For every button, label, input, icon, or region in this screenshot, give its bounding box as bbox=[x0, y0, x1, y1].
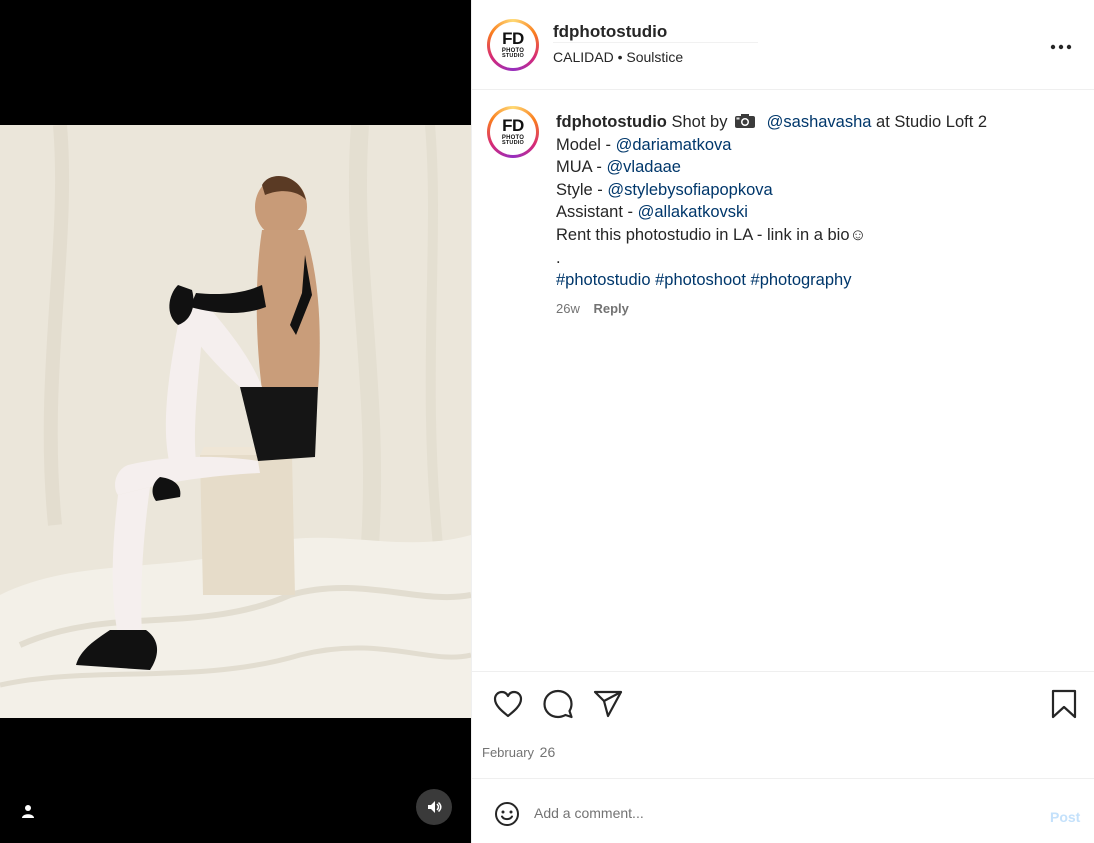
photo-illustration bbox=[0, 125, 471, 718]
emoji-icon bbox=[495, 802, 519, 826]
assistant-label: Assistant - bbox=[556, 203, 634, 222]
bookmark-icon bbox=[1051, 689, 1077, 719]
caption-line-assistant: Assistant - @allakatkovski bbox=[556, 201, 1076, 224]
header-username-link[interactable]: fdphotostudio bbox=[553, 22, 667, 42]
model-label: Model - bbox=[556, 135, 612, 154]
caption-location: at Studio Loft 2 bbox=[876, 113, 988, 131]
mua-label: MUA - bbox=[556, 158, 602, 177]
caption-username-link[interactable]: fdphotostudio bbox=[556, 113, 667, 131]
caption-line-style: Style - @stylebysofiapopkova bbox=[556, 179, 1076, 202]
caption-line-hashtags: #photostudio #photoshoot #photography bbox=[556, 269, 1076, 292]
reply-button[interactable]: Reply bbox=[593, 301, 628, 316]
more-icon bbox=[1050, 44, 1072, 50]
comment-icon bbox=[543, 689, 573, 719]
caption-avatar-logo-text: FD bbox=[502, 116, 524, 136]
mua-link[interactable]: @vladaae bbox=[606, 158, 681, 176]
caption-line-dot: . bbox=[556, 248, 561, 267]
caption-line-model: Model - @dariamatkova bbox=[556, 134, 1076, 157]
user-tag-button[interactable] bbox=[14, 797, 42, 825]
style-label: Style - bbox=[556, 180, 603, 199]
caption-line-rent: Rent this photostudio in LA - link in a … bbox=[556, 225, 867, 244]
save-button[interactable] bbox=[1048, 688, 1080, 720]
heart-icon bbox=[493, 690, 523, 718]
share-button[interactable] bbox=[592, 688, 624, 720]
audio-track-link[interactable]: CALIDAD • Soulstice bbox=[553, 49, 683, 65]
comment-bar: Post bbox=[472, 778, 1094, 843]
post-comment-button[interactable]: Post bbox=[1050, 809, 1080, 825]
caption-section: FD PHOTO STUDIO fdphotostudio Shot by @s… bbox=[472, 91, 1094, 671]
camera-icon bbox=[735, 114, 756, 128]
post-date-month: February bbox=[482, 745, 535, 760]
caption-avatar[interactable]: FD PHOTO STUDIO bbox=[487, 106, 539, 158]
avatar-logo-line2: STUDIO bbox=[502, 53, 524, 60]
hashtag-link[interactable]: #photostudio bbox=[556, 271, 651, 289]
post-media[interactable] bbox=[0, 0, 471, 843]
post-photo[interactable] bbox=[0, 125, 471, 718]
post-header: FD PHOTO STUDIO fdphotostudio CALIDAD • … bbox=[472, 0, 1094, 90]
like-button[interactable] bbox=[492, 688, 524, 720]
audio-icon bbox=[428, 801, 442, 813]
avatar-logo: FD PHOTO STUDIO bbox=[490, 22, 536, 68]
photographer-link[interactable]: @sashavasha bbox=[767, 113, 872, 131]
share-icon bbox=[593, 690, 623, 718]
avatar-logo-text: FD bbox=[502, 29, 524, 49]
hashtag-link[interactable]: #photography bbox=[751, 271, 852, 289]
caption-line-mua: MUA - @vladaae bbox=[556, 156, 1076, 179]
caption-avatar-logo-line2: STUDIO bbox=[502, 140, 524, 147]
action-bar: February 26 bbox=[472, 671, 1094, 778]
caption-line-1: fdphotostudio Shot by @sashavasha at Stu… bbox=[556, 111, 1076, 134]
assistant-link[interactable]: @allakatkovski bbox=[638, 203, 748, 221]
more-options-button[interactable] bbox=[1050, 30, 1072, 56]
user-tag-icon bbox=[22, 805, 34, 818]
caption-avatar-logo: FD PHOTO STUDIO bbox=[490, 109, 536, 155]
post-panel: FD PHOTO STUDIO fdphotostudio CALIDAD • … bbox=[471, 0, 1094, 843]
audio-toggle-button[interactable] bbox=[416, 789, 452, 825]
post-date[interactable]: February 26 bbox=[482, 744, 555, 760]
avatar[interactable]: FD PHOTO STUDIO bbox=[487, 19, 539, 71]
comment-input[interactable] bbox=[534, 801, 1014, 825]
post-date-day: 26 bbox=[539, 744, 556, 760]
comment-button[interactable] bbox=[542, 688, 574, 720]
caption-shot-by: Shot by bbox=[671, 113, 728, 131]
caption-meta: 26w Reply bbox=[556, 301, 629, 316]
header-divider bbox=[553, 42, 758, 43]
caption-age[interactable]: 26w bbox=[556, 301, 580, 316]
style-link[interactable]: @stylebysofiapopkova bbox=[607, 181, 772, 199]
emoji-button[interactable] bbox=[494, 801, 520, 827]
hashtag-link[interactable]: #photoshoot bbox=[655, 271, 746, 289]
caption-text: fdphotostudio Shot by @sashavasha at Stu… bbox=[556, 111, 1076, 292]
model-link[interactable]: @dariamatkova bbox=[616, 136, 732, 154]
